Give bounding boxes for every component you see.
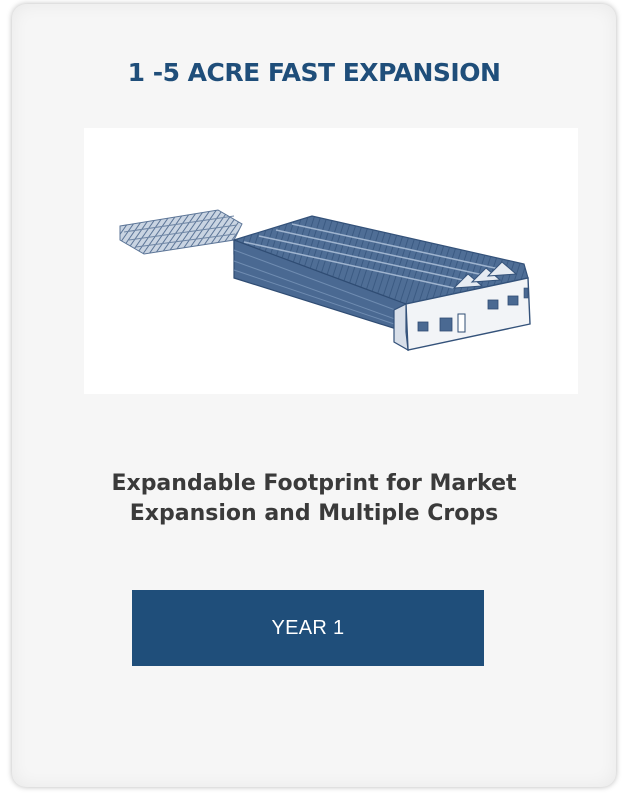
description-line-2: Expansion and Multiple Crops <box>129 501 499 526</box>
illustration-panel <box>84 128 578 394</box>
expansion-card: 1 -5 ACRE FAST EXPANSION Expandable Foot… <box>12 4 616 787</box>
year-1-button[interactable]: YEAR 1 <box>132 590 484 666</box>
card-description: Expandable Footprint for Market Expansio… <box>52 469 576 529</box>
description-line-1: Expandable Footprint for Market <box>111 471 517 496</box>
card-title: 1 -5 ACRE FAST EXPANSION <box>127 58 501 87</box>
greenhouse-building-icon <box>119 209 531 352</box>
page: 1 -5 ACRE FAST EXPANSION Expandable Foot… <box>0 0 626 796</box>
